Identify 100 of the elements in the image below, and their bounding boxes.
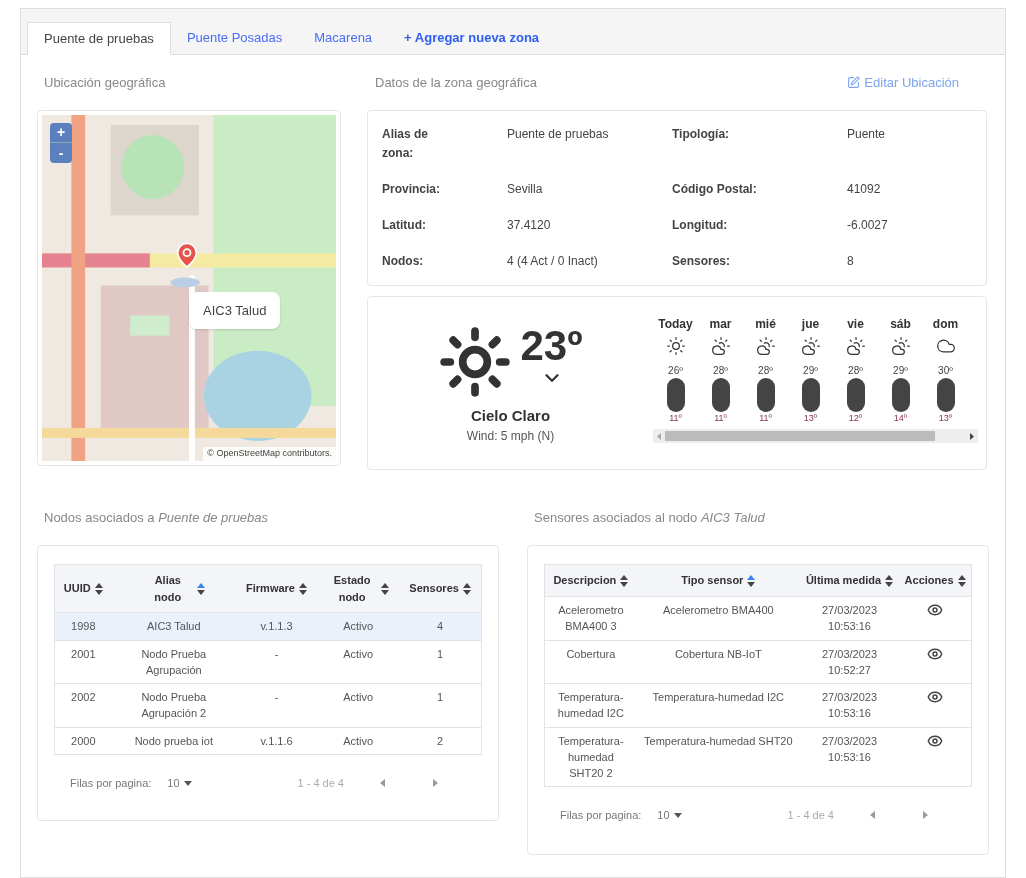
table-cell[interactable]: 4 — [399, 612, 482, 640]
section-title: Ubicación geográfica — [43, 74, 167, 92]
temperature-bar — [891, 377, 910, 412]
field-label: Sensores: — [672, 252, 732, 270]
low-temperature: 11º — [759, 411, 772, 425]
table-cell-text: 27/03/2023 10:52:27 — [821, 646, 879, 678]
weather-condition: Cielo Claro — [470, 405, 551, 426]
tab[interactable]: Puente de pruebas — [27, 22, 171, 55]
low-temperature: 14º — [893, 411, 908, 425]
rows-per-page-select[interactable]: 10 — [657, 807, 682, 824]
high-temperature: 29º — [893, 363, 908, 378]
forecast-day: jue — [801, 314, 820, 333]
table-cell-text: Temperatura-humedad SHT20 — [644, 733, 793, 749]
high-temperature: 26º — [668, 363, 683, 378]
table-cell[interactable]: 2001 — [54, 640, 112, 684]
scroll-right-icon[interactable] — [970, 432, 974, 440]
table-cell[interactable]: Nodo prueba iot — [111, 727, 236, 755]
sort-icon[interactable] — [298, 582, 307, 595]
table-cell[interactable]: v.1.1.3 — [236, 612, 317, 640]
partly-cloudy-icon — [845, 335, 866, 356]
zoom-out-button[interactable]: - — [50, 142, 72, 163]
temperature-bar — [666, 377, 685, 412]
add-zone-link[interactable]: + Agregar nueva zona — [388, 21, 556, 54]
table-cell[interactable]: Activo — [317, 640, 400, 684]
high-temperature: 29º — [803, 363, 818, 378]
sort-icon[interactable] — [94, 582, 103, 595]
field-label: Longitud: — [672, 216, 729, 234]
sort-icon[interactable] — [957, 574, 966, 587]
table-cell-text: Acelerometro BMA400 3 — [557, 603, 625, 634]
table-cell[interactable]: Activo — [317, 727, 400, 755]
low-temperature: 13º — [803, 411, 818, 425]
forecast-day: dom — [932, 314, 959, 333]
low-temperature: 12º — [848, 411, 863, 425]
sort-icon[interactable] — [196, 582, 205, 595]
temperature-bar — [936, 377, 955, 412]
high-temperature: 30º — [938, 363, 953, 378]
rows-per-page-label: Filas por pagina: — [70, 776, 152, 791]
sort-icon[interactable] — [747, 574, 756, 587]
next-icon — [433, 779, 438, 788]
field-value: 41092 — [847, 180, 882, 198]
table-cell[interactable]: - — [236, 640, 317, 684]
column-header: Descripcion — [553, 573, 617, 589]
low-temperature: 13º — [938, 411, 953, 425]
table-cell[interactable]: 2 — [399, 727, 482, 755]
sort-icon[interactable] — [620, 574, 629, 587]
field-label: Tipología: — [672, 125, 731, 143]
field-value: 4 (4 Act / 0 Inact) — [507, 252, 599, 270]
field-label: Latitud: — [382, 216, 427, 234]
previous-icon — [870, 811, 875, 820]
page-range: 1 - 4 de 4 — [297, 776, 344, 791]
table-cell[interactable]: 1998 — [54, 612, 112, 640]
table-cell[interactable]: v.1.1.6 — [236, 727, 317, 755]
forecast-day: Today — [658, 314, 693, 333]
table-cell[interactable]: Activo — [317, 612, 400, 640]
horizontal-scrollbar[interactable] — [653, 429, 978, 443]
table-cell-text: 27/03/2023 10:53:16 — [821, 690, 879, 721]
table-cell[interactable]: 2002 — [54, 683, 112, 727]
view-icon[interactable] — [927, 602, 944, 618]
caret-icon — [183, 780, 192, 786]
rows-per-page-select[interactable]: 10 — [167, 775, 192, 792]
field-label: Nodos: — [382, 252, 425, 270]
partly-cloudy-icon — [755, 335, 776, 356]
column-header: Sensores — [409, 581, 459, 597]
table-cell[interactable]: 1 — [399, 640, 482, 684]
next-icon — [923, 811, 928, 820]
sort-icon[interactable] — [462, 582, 471, 595]
temperature-bar — [801, 377, 820, 412]
table-cell[interactable]: - — [236, 683, 317, 727]
field-label: Provincia: — [382, 180, 442, 198]
table-cell-text: Acelerometro BMA400 — [663, 603, 774, 618]
column-header: Última medida — [805, 573, 882, 589]
sort-icon[interactable] — [381, 582, 390, 595]
section-title: Nodos asociados a Puente de pruebas — [43, 508, 270, 527]
column-header: Alias nodo — [153, 573, 183, 605]
field-label: Código Postal: — [672, 180, 758, 198]
table-cell[interactable]: AIC3 Talud — [111, 612, 236, 640]
tab[interactable]: Puente Posadas — [170, 21, 299, 54]
rows-per-page-label: Filas por pagina: — [560, 808, 642, 823]
field-value: Puente de pruebas — [507, 125, 610, 143]
temperature-bar — [711, 377, 730, 412]
tab[interactable]: Macarena — [298, 21, 389, 54]
zoom-in-button[interactable]: + — [50, 122, 72, 143]
forecast-day: mié — [755, 314, 776, 333]
caret-icon — [673, 812, 682, 818]
temperature-bar — [756, 377, 775, 412]
table-cell[interactable]: Activo — [317, 683, 400, 727]
map-popup: AIC3 Talud — [189, 291, 281, 329]
sort-icon[interactable] — [885, 574, 894, 587]
table-cell[interactable]: 1 — [399, 683, 482, 727]
field-value: 8 — [847, 252, 855, 270]
field-value: -6.0027 — [847, 216, 889, 234]
high-temperature: 28º — [758, 363, 773, 378]
partly-cloudy-icon — [890, 335, 911, 356]
table-cell[interactable]: Nodo Prueba Agrupación 2 — [111, 683, 236, 727]
table-cell[interactable]: Nodo Prueba Agrupación — [111, 640, 236, 684]
column-header: Firmware — [246, 581, 295, 597]
table-cell[interactable]: 2000 — [54, 727, 112, 755]
field-value: 37.4120 — [507, 216, 552, 234]
view-icon[interactable] — [927, 689, 944, 705]
current-temperature: 23º — [520, 324, 583, 367]
